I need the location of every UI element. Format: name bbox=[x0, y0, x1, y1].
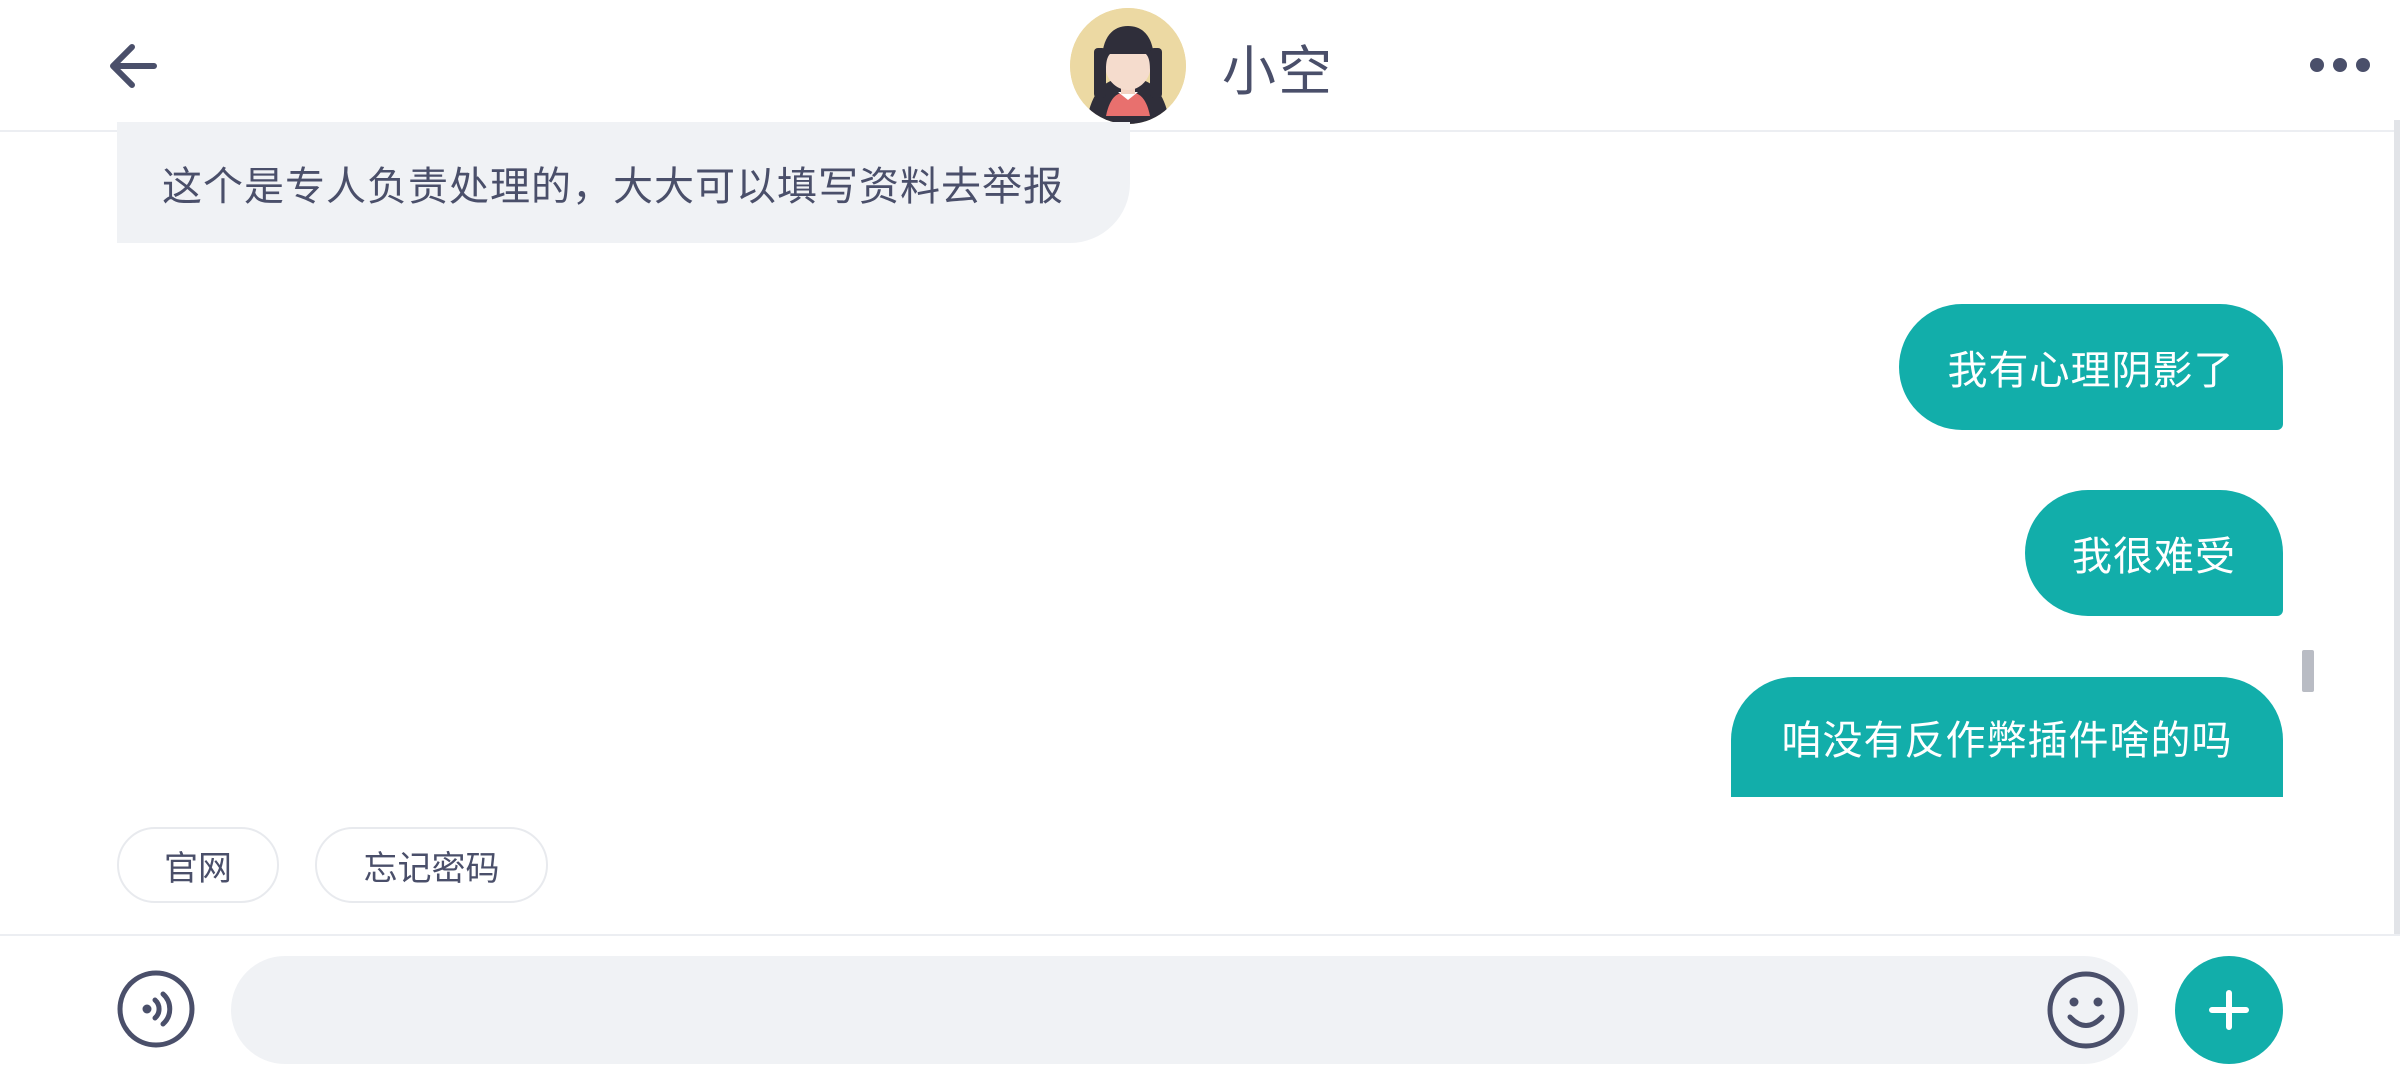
incoming-message[interactable]: 这个是专人负责处理的，大大可以填写资料去举报 bbox=[117, 122, 1130, 243]
quick-reply-forgot-password[interactable]: 忘记密码 bbox=[315, 827, 548, 903]
voice-button[interactable] bbox=[117, 970, 195, 1048]
chat-title-group: 小空 bbox=[1070, 8, 1334, 124]
avatar[interactable] bbox=[1070, 8, 1186, 124]
outgoing-message[interactable]: 我有心理阴影了 bbox=[1899, 304, 2283, 430]
scrollbar-track bbox=[2394, 120, 2400, 960]
input-bar bbox=[0, 934, 2400, 1080]
more-button[interactable] bbox=[2300, 40, 2380, 90]
voice-icon bbox=[117, 970, 195, 1048]
smiley-icon bbox=[2047, 971, 2125, 1049]
plus-button[interactable] bbox=[2175, 956, 2283, 1064]
outgoing-message[interactable]: 我很难受 bbox=[2025, 490, 2283, 616]
chat-title: 小空 bbox=[1222, 39, 1334, 103]
more-dot-icon bbox=[2356, 58, 2370, 72]
girl-avatar-icon bbox=[1070, 8, 1186, 124]
scrollbar-thumb[interactable] bbox=[2302, 650, 2314, 692]
chat-app: 小空 这个是专人负责处理的，大大可以填写资料去举报 我有心理阴影了 我很难受 咱… bbox=[0, 0, 2400, 1080]
more-dot-icon bbox=[2310, 58, 2324, 72]
message-input[interactable] bbox=[231, 956, 2138, 1064]
outgoing-message[interactable]: 咱没有反作弊插件啥的吗 bbox=[1731, 677, 2283, 797]
chat-header: 小空 bbox=[0, 0, 2400, 132]
more-dot-icon bbox=[2333, 58, 2347, 72]
emoji-button[interactable] bbox=[2046, 970, 2126, 1050]
arrow-left-icon bbox=[110, 44, 157, 88]
message-list[interactable]: 这个是专人负责处理的，大大可以填写资料去举报 我有心理阴影了 我很难受 咱没有反… bbox=[0, 122, 2400, 932]
plus-icon bbox=[2209, 990, 2249, 1030]
back-button[interactable] bbox=[98, 34, 168, 98]
quick-reply-official-site[interactable]: 官网 bbox=[117, 827, 279, 903]
